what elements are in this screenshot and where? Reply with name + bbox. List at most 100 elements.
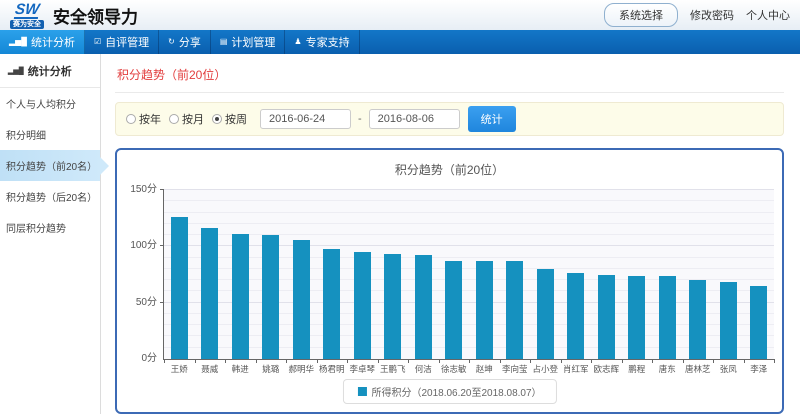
- sidebar-item-personal-average-points[interactable]: 个人与人均积分: [0, 88, 100, 119]
- bar-slot: [439, 190, 470, 359]
- personal-center-link[interactable]: 个人中心: [746, 7, 790, 23]
- nav-tab-self-evaluation[interactable]: ☑自评管理: [85, 30, 159, 54]
- x-axis-tick: [439, 359, 440, 363]
- y-axis-label: 100分: [130, 236, 157, 251]
- bar-series: [164, 190, 774, 359]
- date-from-input[interactable]: [260, 109, 351, 129]
- legend-color-swatch: [357, 387, 366, 396]
- bar-slot: [561, 190, 592, 359]
- bar-slot: [622, 190, 653, 359]
- date-to-input[interactable]: [369, 109, 460, 129]
- x-axis-label: 唐东: [652, 363, 683, 375]
- chart-bar: [628, 276, 645, 359]
- period-radio-group: 按年按月按周: [126, 111, 247, 127]
- x-axis-tick: [195, 359, 196, 363]
- x-axis-label: 唐林芝: [683, 363, 714, 375]
- x-axis-tick: [347, 359, 348, 363]
- bar-slot: [530, 190, 561, 359]
- chart-bar: [262, 235, 279, 359]
- bar-chart-icon: ▂▅█: [8, 67, 24, 75]
- bar-slot: [683, 190, 714, 359]
- chart-bar: [567, 273, 584, 359]
- x-axis-label: 欧志辉: [591, 363, 622, 375]
- chart-title: 积分趋势（前20位）: [117, 161, 782, 178]
- bar-slot: [408, 190, 439, 359]
- x-axis-label: 李泽: [744, 363, 775, 375]
- bar-slot: [500, 190, 531, 359]
- radio-label-text: 按年: [139, 111, 161, 127]
- x-axis-label: 肖红军: [561, 363, 592, 375]
- sidebar-items: 个人与人均积分积分明细积分趋势（前20名）积分趋势（后20名）同层积分趋势: [0, 88, 100, 243]
- bar-slot: [347, 190, 378, 359]
- sidebar-title-label: 统计分析: [28, 63, 72, 79]
- chart-legend[interactable]: 所得积分（2018.06.20至2018.08.07）: [342, 379, 556, 404]
- chart-bar: [750, 286, 767, 359]
- filter-bar: 按年按月按周 - 统计: [115, 102, 784, 136]
- bar-slot: [652, 190, 683, 359]
- x-axis-tick: [256, 359, 257, 363]
- x-axis-label: 鹏程: [622, 363, 653, 375]
- statistics-submit-button[interactable]: 统计: [468, 106, 516, 132]
- page-title: 积分趋势（前20位）: [115, 60, 784, 93]
- sidebar-item-points-trend-bottom20[interactable]: 积分趋势（后20名）: [0, 181, 100, 212]
- x-axis-label: 何洁: [408, 363, 439, 375]
- chart-bar: [354, 252, 371, 359]
- bar-chart-icon: ▂▅█: [9, 38, 27, 46]
- sidebar-item-points-trend-top20[interactable]: 积分趋势（前20名）: [0, 150, 100, 181]
- radio-by-month[interactable]: 按月: [169, 111, 204, 127]
- x-axis-tick: [225, 359, 226, 363]
- radio-by-year[interactable]: 按年: [126, 111, 161, 127]
- nav-tab-expert-support[interactable]: ♟ 专家支持: [285, 30, 359, 54]
- legend-label: 所得积分（2018.06.20至2018.08.07）: [371, 384, 541, 399]
- change-password-link[interactable]: 修改密码: [690, 7, 734, 23]
- bar-slot: [256, 190, 287, 359]
- sidebar-title: ▂▅█ 统计分析: [0, 54, 100, 88]
- radio-icon: [169, 114, 179, 124]
- chart-panel: 积分趋势（前20位） 0分50分100分150分王娇聂威韩进姚璐郝明华杨君明李卓…: [115, 148, 784, 414]
- x-axis-label: 杨君明: [317, 363, 348, 375]
- x-axis-tick: [713, 359, 714, 363]
- x-axis-tick: [378, 359, 379, 363]
- header-actions: 系统选择 修改密码 个人中心: [604, 3, 790, 27]
- logo-sw-mark: SW: [14, 2, 41, 19]
- x-axis-tick: [591, 359, 592, 363]
- x-axis-label: 占小登: [530, 363, 561, 375]
- nav-tab-plan-management[interactable]: ▤计划管理: [211, 30, 286, 54]
- chart-plot: 0分50分100分150分王娇聂威韩进姚璐郝明华杨君明李卓琴王鹏飞何洁徐志敏赵坤…: [163, 190, 774, 360]
- system-select-button[interactable]: 系统选择: [604, 3, 678, 27]
- chart-bar: [689, 280, 706, 359]
- app-logo: SW 赛为安全: [10, 2, 44, 29]
- expert-person-icon: ♟: [294, 38, 301, 46]
- bar-slot: [225, 190, 256, 359]
- nav-tab-share[interactable]: ↻分享: [159, 30, 211, 54]
- chart-bar: [171, 217, 188, 359]
- chart-bar: [232, 234, 249, 359]
- top-header: SW 赛为安全 安全领导力 系统选择 修改密码 个人中心: [0, 0, 800, 30]
- x-axis-tick: [622, 359, 623, 363]
- chart-bar: [415, 255, 432, 359]
- x-axis-label: 王鹏飞: [378, 363, 409, 375]
- nav-tab-label: 计划管理: [231, 34, 275, 50]
- x-axis-label: 王娇: [164, 363, 195, 375]
- nav-tab-statistics[interactable]: ▂▅█ 统计分析: [0, 30, 85, 54]
- sidebar-item-same-level-points-trend[interactable]: 同层积分趋势: [0, 212, 100, 243]
- x-axis-tick: [744, 359, 745, 363]
- nav-tab-label: 分享: [179, 34, 201, 50]
- x-axis-label: 张凤: [713, 363, 744, 375]
- chart-bar: [598, 275, 615, 360]
- x-axis-tick: [317, 359, 318, 363]
- x-axis-tick: [561, 359, 562, 363]
- y-axis-label: 50分: [136, 293, 157, 308]
- bar-slot: [286, 190, 317, 359]
- x-axis-labels: 王娇聂威韩进姚璐郝明华杨君明李卓琴王鹏飞何洁徐志敏赵坤李向莹占小登肖红军欧志辉鹏…: [164, 363, 774, 375]
- nav-tab-label: 统计分析: [31, 34, 75, 50]
- chart-bar: [476, 261, 493, 359]
- sidebar-item-points-detail[interactable]: 积分明细: [0, 119, 100, 150]
- x-axis-tick: [164, 359, 165, 363]
- radio-by-week[interactable]: 按周: [212, 111, 247, 127]
- nav-tab-label: 专家支持: [306, 34, 350, 50]
- nav-tab-label: 自评管理: [105, 34, 149, 50]
- sidebar: ▂▅█ 统计分析 个人与人均积分积分明细积分趋势（前20名）积分趋势（后20名）…: [0, 54, 101, 414]
- chart-bar: [506, 261, 523, 359]
- bar-slot: [591, 190, 622, 359]
